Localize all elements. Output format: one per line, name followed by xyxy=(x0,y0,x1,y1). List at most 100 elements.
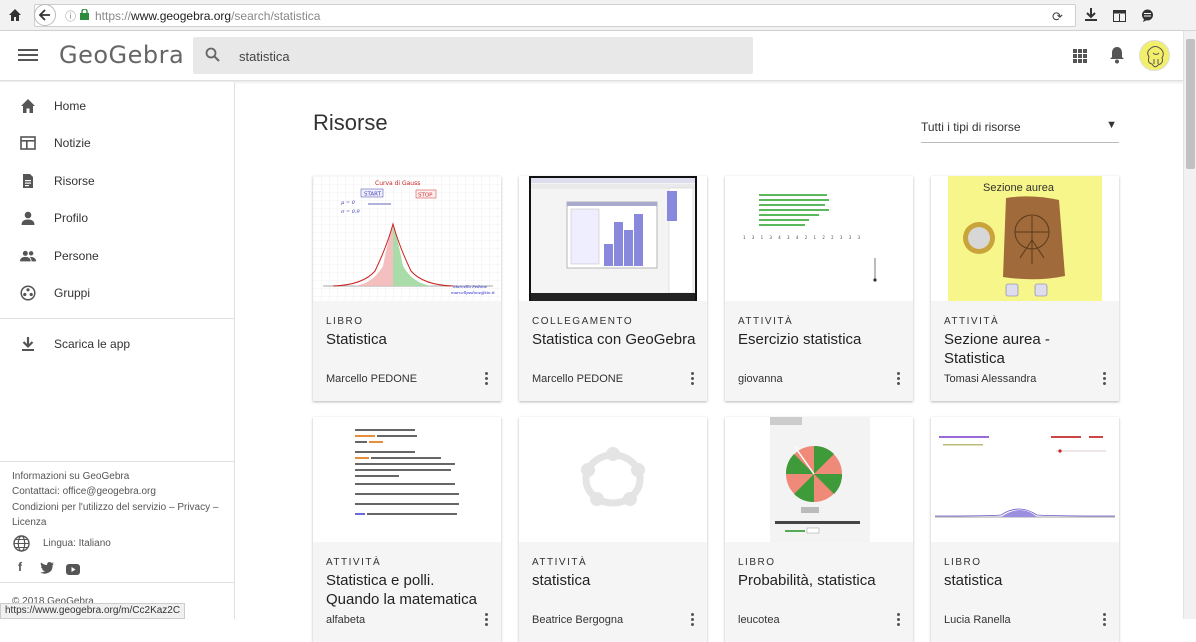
resource-card[interactable]: 1 3 1 3 4 3 4 2 1 2 2 3 3 3 ATTIVITÀ Ese… xyxy=(725,176,913,401)
contact-link[interactable]: Contattaci: office@geogebra.org xyxy=(12,486,156,497)
download-apps-label: Scarica le app xyxy=(54,336,131,351)
chat-icon[interactable] xyxy=(1141,9,1154,27)
sidebar-item-risorse[interactable]: Risorse xyxy=(0,162,234,199)
notification-bell-icon[interactable] xyxy=(1109,46,1125,64)
card-author[interactable]: Beatrice Bergogna xyxy=(532,614,623,626)
card-title[interactable]: statistica xyxy=(532,571,697,590)
window-icon[interactable] xyxy=(1113,9,1126,27)
card-title[interactable]: Statistica con GeoGebra xyxy=(532,330,697,349)
scrollbar-thumb[interactable] xyxy=(1186,39,1195,169)
info-icon[interactable]: ⓘ xyxy=(65,8,76,24)
card-thumbnail-golden: Sezione aurea xyxy=(931,176,1119,301)
resource-card[interactable]: COLLEGAMENTO Statistica con GeoGebra Mar… xyxy=(519,176,707,401)
dropdown-arrow-icon: ▼ xyxy=(1106,119,1117,131)
home-icon xyxy=(21,98,35,113)
card-author[interactable]: giovanna xyxy=(738,373,783,385)
resource-card[interactable]: Sezione aurea ATTIVITÀ Sezione aurea - S… xyxy=(931,176,1119,401)
card-title[interactable]: Esercizio statistica xyxy=(738,330,903,349)
sidebar-item-persone[interactable]: Persone xyxy=(0,237,234,274)
card-thumbnail-pie xyxy=(725,417,913,542)
card-thumbnail-bell-curve: Curva di Gauss START STOP μ = 0 σ = 0.9 … xyxy=(313,176,501,301)
groups-icon xyxy=(20,284,36,301)
facebook-icon[interactable]: f xyxy=(18,560,22,574)
card-title[interactable]: Sezione aurea - Statistica xyxy=(944,330,1109,368)
svg-text:1 3 1 3 4 3 4 2 1 2 2 3 3 3: 1 3 1 3 4 3 4 2 1 2 2 3 3 3 xyxy=(743,235,862,240)
resource-type-filter[interactable]: Tutti i tipi di risorse ▼ xyxy=(921,117,1119,143)
page-title: Risorse xyxy=(313,110,388,135)
svg-text:STOP: STOP xyxy=(418,193,433,199)
youtube-icon[interactable] xyxy=(66,562,80,580)
sidebar-divider xyxy=(0,318,234,319)
card-author[interactable]: alfabeta xyxy=(326,614,365,626)
terms-link[interactable]: Condizioni per l'utilizzo del servizio –… xyxy=(12,502,218,513)
resource-card[interactable]: LIBRO statistica Lucia Ranella xyxy=(931,417,1119,642)
sidebar-item-label: Home xyxy=(54,98,87,113)
card-type: ATTIVITÀ xyxy=(326,557,382,568)
more-options-icon[interactable] xyxy=(485,613,489,627)
sidebar-item-home[interactable]: Home xyxy=(0,87,234,124)
language-selector[interactable]: Lingua: Italiano xyxy=(13,535,111,552)
svg-text:Sezione aurea: Sezione aurea xyxy=(983,182,1055,194)
resource-card[interactable]: LIBRO Probabilità, statistica leucotea xyxy=(725,417,913,642)
card-title[interactable]: statistica xyxy=(944,571,1109,590)
download-icon[interactable] xyxy=(1085,8,1097,26)
lock-icon xyxy=(80,7,89,25)
apps-grid-icon[interactable] xyxy=(1073,49,1087,63)
card-type: ATTIVITÀ xyxy=(532,557,588,568)
search-input[interactable] xyxy=(239,47,739,65)
sidebar-item-notizie[interactable]: Notizie xyxy=(0,124,234,161)
card-title[interactable]: Probabilità, statistica xyxy=(738,571,903,590)
license-link[interactable]: Licenza xyxy=(12,517,46,528)
card-author[interactable]: Lucia Ranella xyxy=(944,614,1011,626)
sidebar-item-label: Risorse xyxy=(54,173,95,188)
document-icon xyxy=(23,173,33,188)
card-title[interactable]: Statistica e polli. Quando la matematica xyxy=(326,571,491,609)
back-button[interactable] xyxy=(34,4,56,26)
people-icon xyxy=(20,250,36,261)
card-thumbnail-placeholder xyxy=(519,417,707,542)
more-options-icon[interactable] xyxy=(485,372,489,386)
filter-selected-value: Tutti i tipi di risorse xyxy=(921,120,1021,134)
more-options-icon[interactable] xyxy=(897,372,901,386)
sidebar-item-gruppi[interactable]: Gruppi xyxy=(0,274,234,311)
sidebar-item-label: Notizie xyxy=(54,135,91,150)
sidebar-divider xyxy=(0,461,234,462)
search-icon[interactable] xyxy=(205,47,221,63)
about-link[interactable]: Informazioni su GeoGebra xyxy=(12,471,129,482)
card-type: LIBRO xyxy=(326,316,364,327)
sidebar: Home Notizie Risorse Profilo Persone Gru… xyxy=(0,82,235,619)
card-thumbnail-screenshot xyxy=(519,176,707,301)
resource-card[interactable]: ATTIVITÀ statistica Beatrice Bergogna xyxy=(519,417,707,642)
search-box[interactable] xyxy=(193,37,753,74)
card-author[interactable]: leucotea xyxy=(738,614,780,626)
svg-text:START: START xyxy=(364,192,382,198)
geogebra-logo[interactable]: GeoGebra xyxy=(59,41,184,69)
svg-text:Curva di Gauss: Curva di Gauss xyxy=(375,180,420,187)
resource-card[interactable]: Curva di Gauss START STOP μ = 0 σ = 0.9 … xyxy=(313,176,501,401)
card-author[interactable]: Marcello PEDONE xyxy=(532,373,623,385)
page-scrollbar[interactable] xyxy=(1183,31,1196,619)
sidebar-item-profilo[interactable]: Profilo xyxy=(0,199,234,236)
sidebar-item-label: Profilo xyxy=(54,210,89,225)
more-options-icon[interactable] xyxy=(897,613,901,627)
address-bar[interactable]: ⓘ https://www.geogebra.org/search/statis… xyxy=(34,4,1076,27)
more-options-icon[interactable] xyxy=(691,372,695,386)
browser-home-icon[interactable] xyxy=(4,4,26,26)
more-options-icon[interactable] xyxy=(1103,613,1107,627)
sidebar-divider xyxy=(0,582,234,583)
more-options-icon[interactable] xyxy=(1103,372,1107,386)
card-title[interactable]: Statistica xyxy=(326,330,491,349)
sidebar-item-download-apps[interactable]: Scarica le app xyxy=(0,325,234,362)
twitter-icon[interactable] xyxy=(40,561,54,579)
url-text: https://www.geogebra.org/search/statisti… xyxy=(95,8,321,23)
reload-icon[interactable]: ⟳ xyxy=(1052,9,1063,25)
link-status-bar: https://www.geogebra.org/m/Cc2Kaz2C xyxy=(0,603,186,619)
card-type: ATTIVITÀ xyxy=(738,316,794,327)
resource-card[interactable]: ATTIVITÀ Statistica e polli. Quando la m… xyxy=(313,417,501,642)
card-author[interactable]: Tomasi Alessandra xyxy=(944,373,1036,385)
app-header: GeoGebra xyxy=(0,31,1183,81)
more-options-icon[interactable] xyxy=(691,613,695,627)
hamburger-menu-icon[interactable] xyxy=(18,46,38,66)
user-avatar[interactable] xyxy=(1139,40,1170,71)
card-author[interactable]: Marcello PEDONE xyxy=(326,373,417,385)
